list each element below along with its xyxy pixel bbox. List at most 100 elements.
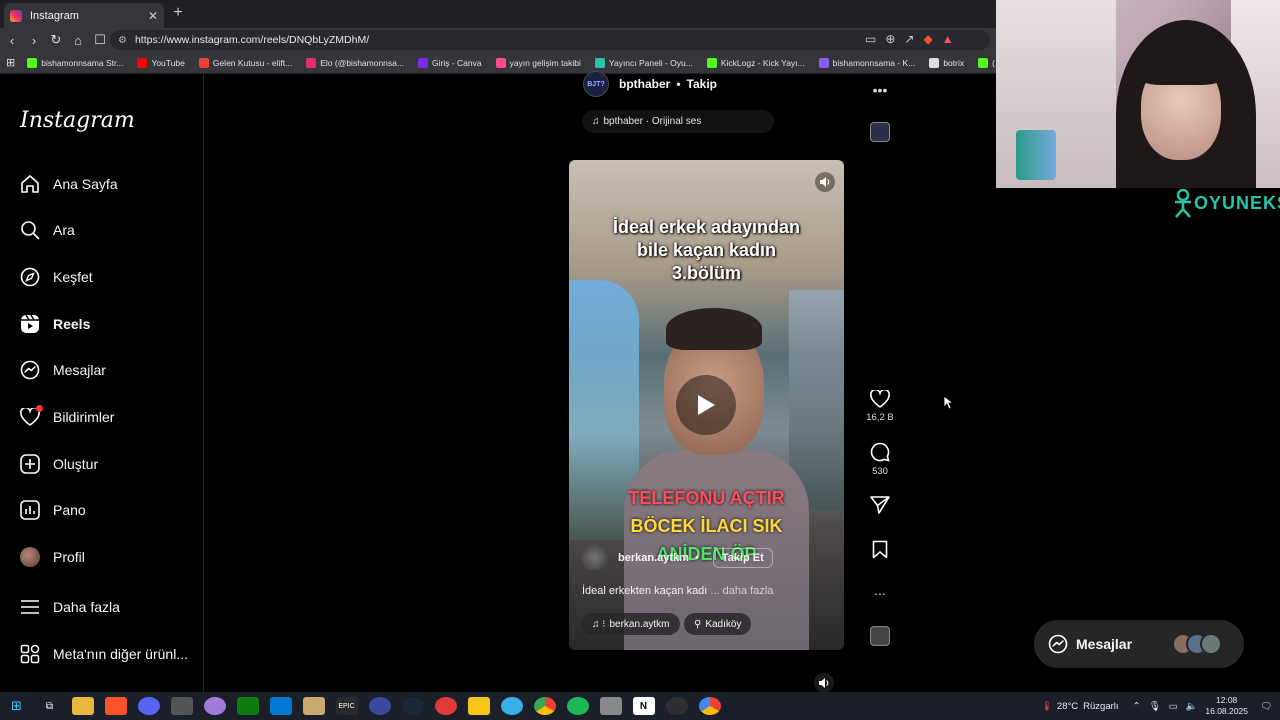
sidebar-item-menu[interactable]: Daha fazla — [20, 597, 120, 617]
comment-button[interactable]: 530 — [866, 442, 894, 477]
network-icon[interactable]: ▭ — [1169, 701, 1178, 712]
address-bar[interactable]: ⚙ https://www.instagram.com/reels/DNQbLy… — [110, 30, 990, 50]
back-icon[interactable]: ‹ — [2, 33, 22, 48]
bookmark-item[interactable]: Gelen Kutusu - elift... — [198, 57, 292, 68]
bookmark-item[interactable]: Giriş - Canva — [417, 57, 482, 68]
tray-overflow-icon[interactable]: ⌃ — [1133, 701, 1141, 712]
brave-rewards-icon[interactable]: ▲ — [942, 32, 954, 46]
notion-icon[interactable]: N — [632, 697, 655, 715]
bookmark-item[interactable]: bishamonnsama Str... — [27, 57, 123, 68]
tab-close-icon[interactable]: ✕ — [148, 9, 158, 23]
bookmark-item[interactable]: Yayıncı Paneli - Oyu... — [594, 57, 693, 68]
bookmark-item[interactable]: bishamonnsama - K... — [818, 57, 916, 68]
prev-more-options-icon[interactable]: ••• — [866, 82, 894, 98]
next-reel-mute-button[interactable] — [814, 673, 834, 693]
audio-thumb — [870, 122, 890, 142]
bookmark-page-icon[interactable]: ☐ — [90, 32, 110, 48]
app-icon[interactable] — [599, 697, 622, 715]
app-icon[interactable] — [170, 697, 193, 715]
follow-button[interactable]: Takip Et — [712, 547, 773, 568]
obs-icon[interactable] — [665, 697, 688, 715]
bookmark-item[interactable]: YouTube — [137, 57, 185, 68]
reel-video[interactable]: İdeal erkek adayından bile kaçan kadın 3… — [569, 160, 844, 650]
prev-reel-avatar[interactable]: BJT? — [583, 71, 609, 97]
xbox-icon[interactable] — [236, 697, 259, 715]
sidebar-item-dashboard[interactable]: Pano — [20, 500, 86, 520]
site-info-icon[interactable]: ⚙ — [118, 35, 127, 46]
sidebar-item-plus-square[interactable]: Oluştur — [20, 454, 98, 474]
reload-icon[interactable]: ↻ — [46, 32, 66, 48]
home-browser-icon[interactable]: ⌂ — [68, 33, 88, 48]
reels-icon — [20, 314, 40, 334]
play-button[interactable] — [676, 375, 736, 435]
save-button[interactable] — [866, 540, 894, 559]
epic-games-icon[interactable]: EPIC — [335, 697, 358, 715]
reel-audio-chip[interactable]: ♫ ⁝ berkan.aytkm — [582, 613, 680, 635]
prev-reel-follow-button[interactable]: Takip — [687, 77, 717, 91]
task-view-icon[interactable]: ⧉ — [39, 697, 61, 715]
audio-thumbnail[interactable] — [866, 626, 894, 646]
bookmark-label: botrix — [943, 57, 965, 68]
share-icon[interactable]: ↗ — [904, 32, 914, 46]
prev-reel-account[interactable]: bpthaber — [619, 77, 670, 91]
weather-temp[interactable]: 28°C — [1057, 701, 1078, 712]
app-icon[interactable] — [467, 697, 490, 715]
discord-icon[interactable] — [137, 697, 160, 715]
sidebar-item-meta-apps[interactable]: Meta'nın diğer ürünl... — [20, 644, 188, 664]
notifications-icon[interactable]: 🗨 — [1260, 701, 1272, 712]
ubisoft-icon[interactable] — [368, 697, 391, 715]
dashboard-icon — [20, 500, 40, 520]
more-options-icon[interactable]: ... — [866, 582, 894, 598]
cast-icon[interactable]: ▭ — [865, 32, 876, 46]
zoom-icon[interactable]: ⊕ — [885, 32, 895, 46]
sidebar-item-messenger[interactable]: Mesajlar — [20, 360, 106, 380]
sidebar-item-avatar[interactable]: Profil — [20, 547, 85, 567]
microphone-icon[interactable]: 🎙 — [1149, 701, 1161, 712]
league-icon[interactable] — [302, 697, 325, 715]
steam-icon[interactable] — [401, 697, 424, 715]
brave-browser-icon[interactable] — [104, 697, 127, 715]
sidebar-item-home[interactable]: Ana Sayfa — [20, 174, 118, 194]
bookmark-label: bishamonnsama - K... — [832, 57, 916, 68]
new-tab-button[interactable]: + — [170, 4, 186, 22]
sidebar-item-reels[interactable]: Reels — [20, 314, 90, 334]
bookmark-item[interactable]: Elo (@bishamonnsa... — [306, 57, 404, 68]
app-icon[interactable] — [203, 697, 226, 715]
forward-icon[interactable]: › — [24, 33, 44, 48]
brave-shield-icon[interactable]: ◆ — [923, 32, 932, 46]
chrome-icon[interactable] — [533, 697, 556, 715]
mute-button[interactable] — [815, 172, 835, 192]
prev-reel-audio-chip[interactable]: ♫ bpthaber · Orijinal ses — [582, 110, 774, 133]
app-icon[interactable] — [698, 697, 721, 715]
volume-icon[interactable]: 🔈 — [1186, 701, 1198, 712]
speaker-icon — [819, 678, 829, 688]
bookmark-item[interactable]: yayın gelişim takibi — [495, 57, 581, 68]
author-avatar[interactable] — [581, 544, 608, 571]
tab-instagram[interactable]: Instagram ✕ — [4, 3, 164, 28]
clock[interactable]: 12:08 16.08.2025 — [1205, 695, 1248, 717]
app-icon[interactable] — [500, 697, 523, 715]
app-icon[interactable] — [434, 697, 457, 715]
more-link[interactable]: ... daha fazla — [710, 585, 773, 597]
prev-reel-header: BJT? bpthaber • Takip — [583, 71, 717, 97]
file-explorer-icon[interactable] — [71, 697, 94, 715]
bookmark-item[interactable]: botrix — [929, 57, 965, 68]
windows-start-icon[interactable]: ⊞ — [6, 697, 28, 715]
sidebar-item-heart[interactable]: Bildirimler — [20, 405, 114, 427]
webcam-wall — [996, 0, 1116, 188]
sidebar-item-compass[interactable]: Keşfet — [20, 267, 93, 287]
author-name[interactable]: berkan.aytkm — [618, 552, 689, 564]
bookmark-item[interactable]: KickLogz - Kick Yayı... — [706, 57, 805, 68]
apps-grid-icon[interactable]: ⊞ — [6, 56, 15, 69]
sidebar-item-search[interactable]: Ara — [20, 220, 75, 240]
store-icon[interactable] — [269, 697, 292, 715]
prev-audio-thumbnail[interactable] — [866, 122, 894, 142]
location-chip[interactable]: ⚲ Kadıköy — [684, 613, 752, 635]
messages-pill[interactable]: Mesajlar — [1034, 620, 1244, 668]
share-button[interactable] — [866, 496, 894, 514]
spotify-icon[interactable] — [566, 697, 589, 715]
like-button[interactable]: 16,2 B — [866, 390, 894, 423]
avatar — [1200, 633, 1222, 655]
oyuneks-text: OYUNEKS — [1194, 192, 1280, 213]
instagram-logo[interactable]: Instagram — [20, 108, 135, 133]
